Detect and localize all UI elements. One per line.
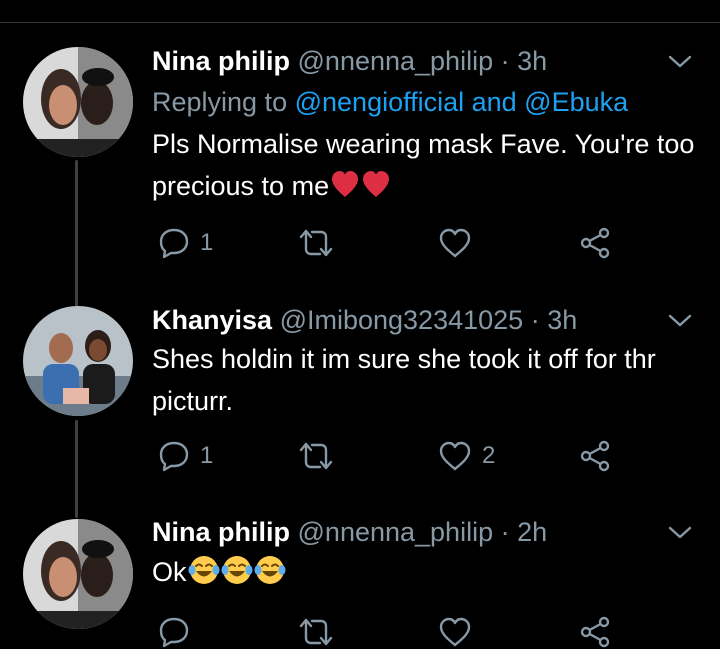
tweet-body: Shes holdin it im sure she took it off f… [152,344,656,416]
retweet-button[interactable] [298,226,334,260]
reply-icon [159,617,189,648]
user-handle[interactable]: @Imibong32341025 [280,305,524,335]
chevron-down-icon[interactable] [666,523,694,543]
reply-button[interactable]: 1 [158,439,213,473]
reply-icon [159,228,189,259]
tweet-body: Ok [152,557,187,587]
separator: · [530,305,540,335]
avatar[interactable] [23,519,133,629]
tweet[interactable]: Nina philip @nnenna_philip · 3h Replying… [0,0,720,300]
user-handle[interactable]: @nnenna_philip [298,517,494,547]
chevron-down-icon[interactable] [666,52,694,72]
share-button[interactable] [578,226,612,260]
separator: · [500,517,510,547]
tears-of-joy-emoji-icon [254,556,286,584]
timestamp[interactable]: 3h [547,305,577,335]
like-button[interactable] [438,615,472,649]
tweet[interactable]: Khanyisa @Imibong32341025 · 3h Shes hold… [0,300,720,515]
tweet-text: Pls Normalise wearing mask Fave. You're … [152,123,712,207]
chevron-down-icon[interactable] [666,311,694,331]
tweet-text: Ok [152,551,712,593]
tweet[interactable]: Nina philip @nnenna_philip · 2h Ok [0,515,720,648]
reply-count: 1 [200,229,214,256]
reply-button[interactable] [158,615,190,649]
reply-button[interactable]: 1 [158,226,213,260]
retweet-icon [299,229,333,257]
retweet-button[interactable] [298,439,334,473]
like-button[interactable] [438,226,472,260]
replying-to-users[interactable]: @nengiofficial and @Ebuka [295,87,629,117]
like-count: 2 [482,442,496,469]
share-icon [580,440,610,472]
share-button[interactable] [578,439,612,473]
reply-count: 1 [200,442,214,469]
tweet-header: Khanyisa @Imibong32341025 · 3h [152,304,577,336]
tears-of-joy-emoji-icon [188,556,220,584]
display-name[interactable]: Nina philip [152,517,290,547]
display-name[interactable]: Khanyisa [152,305,272,335]
retweet-button[interactable] [298,615,334,649]
like-button[interactable]: 2 [438,439,495,473]
timestamp[interactable]: 3h [517,46,547,76]
avatar[interactable] [23,47,133,157]
user-handle[interactable]: @nnenna_philip [298,46,494,76]
red-heart-emoji-icon [363,171,390,197]
tweet-text: Shes holdin it im sure she took it off f… [152,338,712,422]
retweet-icon [299,618,333,646]
timestamp[interactable]: 2h [517,517,547,547]
avatar[interactable] [23,306,133,416]
tweet-body: Pls Normalise wearing mask Fave. You're … [152,129,695,201]
replying-to: Replying to @nengiofficial and @Ebuka [152,86,628,118]
tweet-header: Nina philip @nnenna_philip · 3h [152,45,547,77]
share-button[interactable] [578,615,612,649]
heart-outline-icon [439,228,471,258]
retweet-icon [299,442,333,470]
heart-outline-icon [439,617,471,647]
tears-of-joy-emoji-icon [221,556,253,584]
reply-icon [159,441,189,472]
separator: · [500,46,510,76]
red-heart-emoji-icon [332,171,359,197]
replying-to-prefix: Replying to [152,87,288,117]
display-name[interactable]: Nina philip [152,46,290,76]
share-icon [580,227,610,259]
tweet-header: Nina philip @nnenna_philip · 2h [152,516,547,548]
heart-outline-icon [439,441,471,471]
share-icon [580,616,610,648]
